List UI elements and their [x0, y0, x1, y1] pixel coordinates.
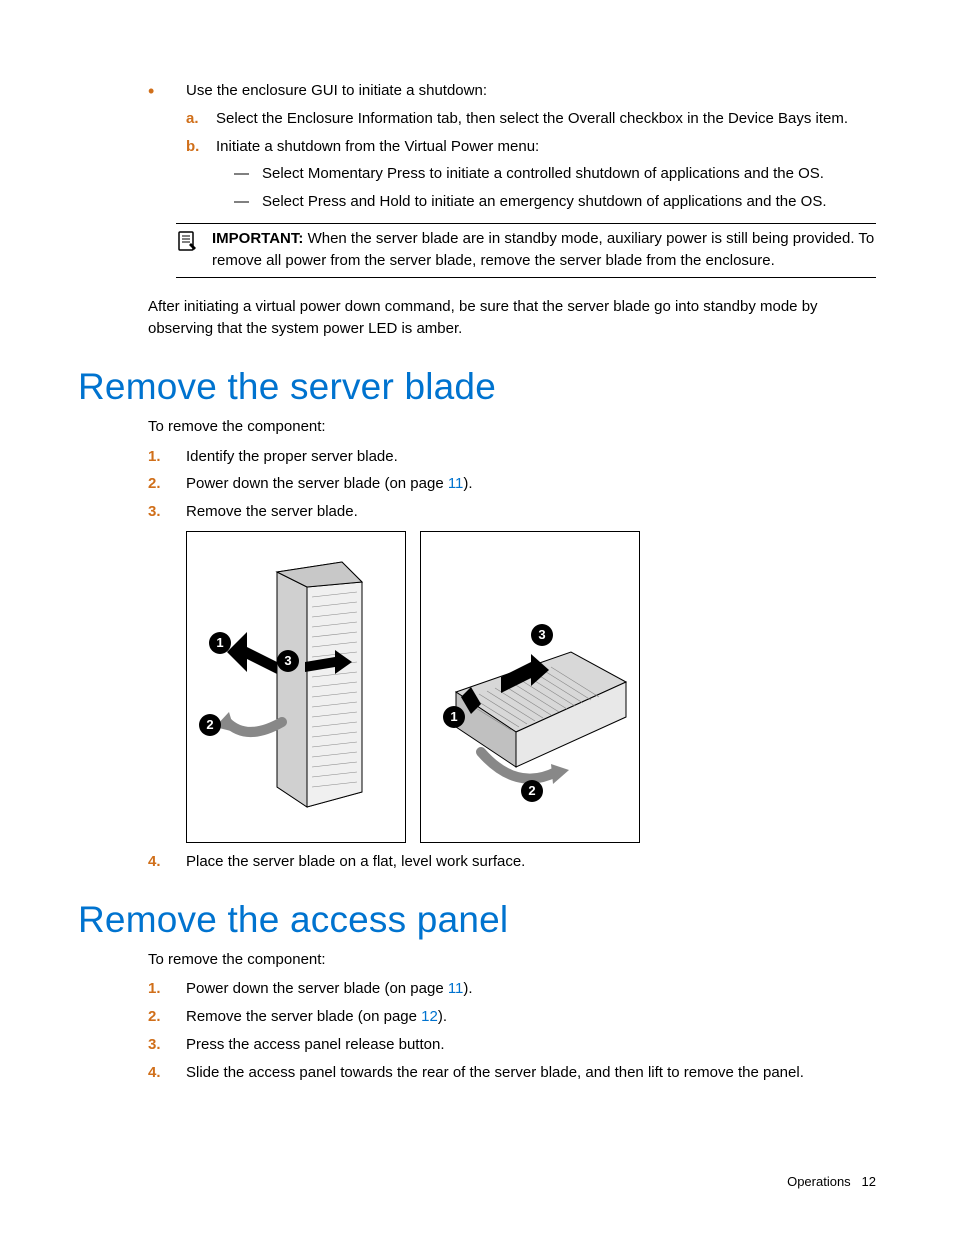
after-note-paragraph: After initiating a virtual power down co… [148, 296, 876, 340]
step-text: Identify the proper server blade. [186, 448, 398, 465]
page-link[interactable]: 11 [448, 475, 464, 492]
callout-2: 2 [521, 780, 543, 802]
callout-1: 1 [443, 706, 465, 728]
step-text: Remove the server blade. [186, 503, 358, 520]
step-marker: 4. [148, 1062, 161, 1084]
step-text: Slide the access panel towards the rear … [186, 1064, 804, 1081]
dash-item: Select Press and Hold to initiate an eme… [234, 191, 876, 213]
remove-panel-steps: 1. Power down the server blade (on page 1… [148, 978, 876, 1083]
callout-2: 2 [199, 714, 221, 736]
step-marker: 1. [148, 978, 161, 1000]
step-item: 2. Power down the server blade (on page 1… [148, 473, 876, 495]
figure-row: 1 2 3 [186, 531, 876, 843]
page-link[interactable]: 11 [448, 980, 464, 997]
dash-sublist: Select Momentary Press to initiate a con… [234, 163, 876, 213]
step-marker: 2. [148, 473, 161, 495]
step-text: Place the server blade on a flat, level … [186, 853, 525, 870]
alpha-marker: b. [186, 136, 199, 158]
step-item: 4. Slide the access panel towards the rea… [148, 1062, 876, 1084]
step-marker: 3. [148, 1034, 161, 1056]
alpha-item-b: b. Initiate a shutdown from the Virtual … [186, 136, 876, 213]
bullet-item: Use the enclosure GUI to initiate a shut… [148, 80, 876, 213]
step-item: 4. Place the server blade on a flat, leve… [148, 851, 876, 873]
dash-item: Select Momentary Press to initiate a con… [234, 163, 876, 185]
step-text: Press the access panel release button. [186, 1036, 445, 1053]
callout-3: 3 [531, 624, 553, 646]
important-text: When the server blade are in standby mod… [212, 230, 874, 269]
step-marker: 2. [148, 1006, 161, 1028]
step-marker: 1. [148, 446, 161, 468]
figure-blade-horizontal: 3 1 2 [420, 531, 640, 843]
page-footer: Operations 12 [787, 1174, 876, 1189]
step-item: 2. Remove the server blade (on page 12). [148, 1006, 876, 1028]
step-text: Remove the server blade (on page [186, 1008, 421, 1025]
step-item: 1. Identify the proper server blade. [148, 446, 876, 468]
important-note: IMPORTANT: When the server blade are in … [176, 223, 876, 279]
note-body: IMPORTANT: When the server blade are in … [212, 228, 876, 272]
step-marker: 4. [148, 851, 161, 873]
heading-remove-access-panel: Remove the access panel [78, 899, 876, 941]
important-label: IMPORTANT: [212, 230, 303, 247]
step-text: Power down the server blade (on page [186, 475, 448, 492]
page-content: Use the enclosure GUI to initiate a shut… [0, 0, 954, 1139]
heading-remove-server-blade: Remove the server blade [78, 366, 876, 408]
step-item: 3. Remove the server blade. [148, 501, 876, 523]
remove-blade-intro: To remove the component: [148, 416, 876, 438]
gui-shutdown-bullet: Use the enclosure GUI to initiate a shut… [148, 80, 876, 213]
alpha-item-a: a. Select the Enclosure Information tab,… [186, 108, 876, 130]
footer-page-number: 12 [862, 1174, 876, 1189]
blade-vertical-svg [187, 532, 405, 842]
remove-blade-steps: 1. Identify the proper server blade. 2. Po… [148, 446, 876, 523]
alpha-text: Select the Enclosure Information tab, th… [216, 110, 848, 127]
note-icon [176, 228, 212, 272]
figure-blade-vertical: 1 2 3 [186, 531, 406, 843]
page-link[interactable]: 12 [421, 1008, 438, 1025]
step-text: Power down the server blade (on page [186, 980, 448, 997]
step-text: ). [463, 475, 472, 492]
step-item: 1. Power down the server blade (on page 1… [148, 978, 876, 1000]
footer-section: Operations [787, 1174, 851, 1189]
remove-panel-intro: To remove the component: [148, 949, 876, 971]
callout-1: 1 [209, 632, 231, 654]
step-item: 3. Press the access panel release button. [148, 1034, 876, 1056]
remove-blade-steps-cont: 4. Place the server blade on a flat, leve… [148, 851, 876, 873]
alpha-marker: a. [186, 108, 199, 130]
step-text: ). [438, 1008, 447, 1025]
callout-3: 3 [277, 650, 299, 672]
alpha-text: Initiate a shutdown from the Virtual Pow… [216, 138, 539, 155]
step-marker: 3. [148, 501, 161, 523]
alpha-sublist: a. Select the Enclosure Information tab,… [186, 108, 876, 213]
bullet-text: Use the enclosure GUI to initiate a shut… [186, 82, 487, 99]
step-text: ). [463, 980, 472, 997]
